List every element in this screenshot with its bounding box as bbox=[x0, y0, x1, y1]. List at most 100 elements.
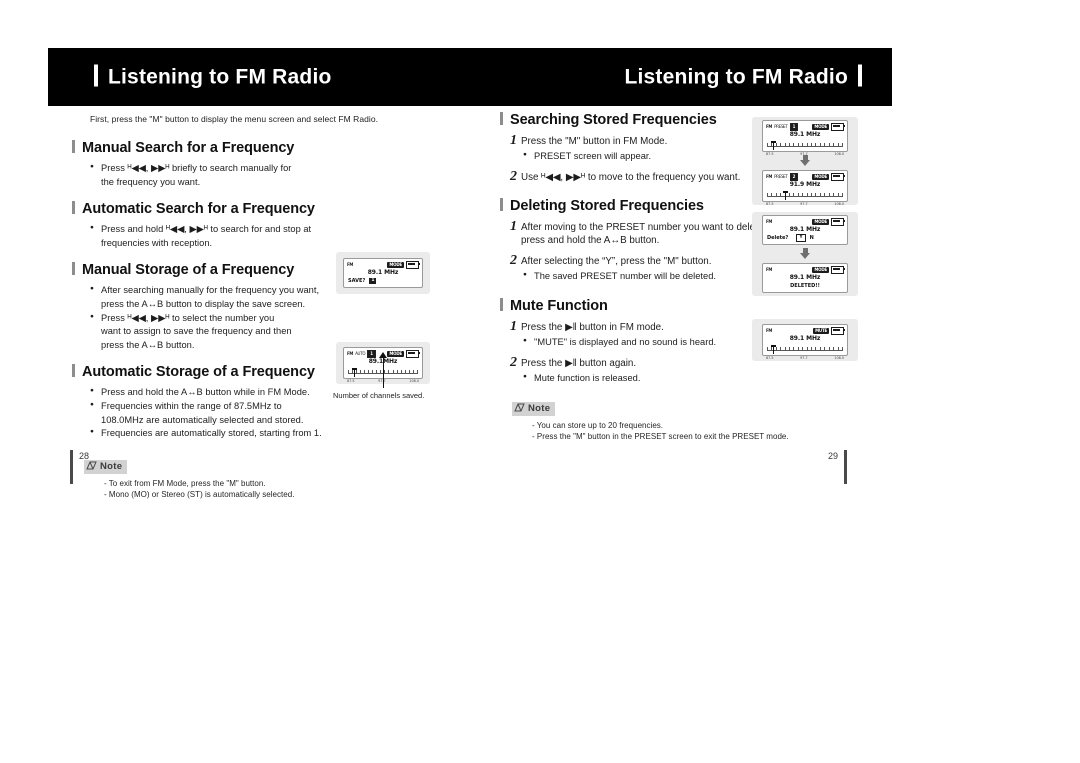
section-heading: Manual Search for a Frequency bbox=[72, 140, 472, 156]
list-item: Press and hold ᴴ◀◀, ▶▶ᴴ to search for an… bbox=[90, 222, 472, 236]
scale-label-high: 108.0 bbox=[834, 152, 844, 156]
header-bar-right-icon bbox=[858, 64, 862, 87]
fm-indicator: FM bbox=[347, 351, 354, 356]
note-list: - To exit from FM Mode, press the "M" bu… bbox=[104, 478, 472, 500]
step-text: Press the ▶‖ button again. bbox=[521, 357, 637, 369]
section-heading: Automatic Search for a Frequency bbox=[72, 201, 472, 217]
preset-label: PRESET bbox=[774, 174, 788, 179]
step-number: 1 bbox=[510, 218, 517, 234]
step-number: 1 bbox=[510, 133, 517, 148]
left-page-column: First, press the "M" button to display t… bbox=[72, 108, 472, 500]
section-heading-text: Deleting Stored Frequencies bbox=[510, 197, 704, 214]
step-text: Use ᴴ◀◀, ▶▶ᴴ to move to the frequency yo… bbox=[521, 171, 741, 183]
heading-tick-icon bbox=[500, 197, 503, 211]
fm-indicator: FM bbox=[347, 262, 354, 267]
mode-badge: MODE bbox=[387, 350, 404, 357]
lcd-mute-screen: FM MUTE 89.1 MHz 87.5 97.7 108.0 bbox=[762, 324, 848, 360]
scale-label-mid: 97.7 bbox=[800, 152, 808, 156]
tuning-scale bbox=[767, 191, 843, 202]
note-pencil-icon bbox=[514, 403, 525, 415]
heading-tick-icon bbox=[72, 364, 75, 378]
list-item: frequencies with reception. bbox=[101, 237, 213, 248]
scale-ticks bbox=[767, 193, 843, 198]
section-heading-text: Automatic Storage of a Frequency bbox=[82, 364, 315, 381]
delete-no-option[interactable]: N bbox=[810, 234, 814, 242]
step-text: Press the "M" button in FM Mode. bbox=[521, 136, 668, 147]
lcd-deleted-message: DELETED!! bbox=[790, 283, 820, 289]
heading-tick-icon bbox=[72, 262, 75, 276]
scale-label-mid: 97.7 bbox=[800, 356, 808, 360]
fm-indicator: FM bbox=[766, 328, 773, 333]
step-number: 2 bbox=[510, 168, 517, 184]
step-number: 1 bbox=[510, 319, 517, 335]
lcd-status-bar: FM PRESET 1 MODE bbox=[763, 121, 847, 131]
save-prompt-label: SAVE? bbox=[348, 278, 366, 284]
scale-label-low: 87.5 bbox=[766, 152, 774, 156]
callout-text: Number of channels saved. bbox=[333, 391, 425, 400]
lcd-status-bar: FM MODE bbox=[763, 216, 847, 226]
lcd-frequency: 89.1 MHz bbox=[789, 226, 821, 233]
flow-arrow-down-icon bbox=[800, 248, 810, 260]
scale-labels: 87.5 97.7 108.0 bbox=[763, 356, 847, 361]
lcd-group-mute: FM MUTE 89.1 MHz 87.5 97.7 108.0 bbox=[752, 319, 858, 361]
list-item: 108.0MHz are automatically selected and … bbox=[101, 414, 304, 425]
auto-label: AUTO bbox=[355, 351, 366, 356]
lcd-status-bar: FM PRESET 2 MODE bbox=[763, 171, 847, 181]
lcd-frequency: 89.1 MHz bbox=[789, 274, 821, 281]
lcd-status-bar: FM MODE bbox=[344, 259, 422, 269]
page-rule-left bbox=[70, 450, 73, 484]
lcd-group-preset: FM PRESET 1 MODE 89.1 MHz 87.5 97.7 108.… bbox=[752, 117, 858, 206]
bullet-list: Press and hold ᴴ◀◀, ▶▶ᴴ to search for an… bbox=[90, 222, 472, 249]
scale-cursor-icon bbox=[771, 345, 777, 354]
step-number: 2 bbox=[510, 252, 517, 268]
mode-badge: MODE bbox=[387, 261, 404, 268]
list-item: press the A↔B button to display the save… bbox=[101, 298, 306, 309]
scale-cursor-icon bbox=[771, 141, 777, 150]
header-title-left-text: Listening to FM Radio bbox=[108, 65, 332, 89]
note-box-left: Note - To exit from FM Mode, press the "… bbox=[84, 456, 472, 500]
preset-number-badge: 1 bbox=[789, 122, 799, 131]
lcd-status-bar: FM MUTE bbox=[763, 325, 847, 335]
delete-yes-option[interactable]: Y bbox=[796, 234, 806, 242]
section-heading-text: Searching Stored Frequencies bbox=[510, 112, 717, 128]
lcd-preset-1-screen: FM PRESET 1 MODE 89.1 MHz 87.5 97.7 108.… bbox=[762, 120, 848, 156]
tuning-scale bbox=[767, 345, 843, 356]
list-item: Press ᴴ◀◀, ▶▶ᴴ briefly to search manuall… bbox=[90, 161, 472, 175]
header-title-right: Listening to FM Radio bbox=[624, 64, 862, 90]
page-number-right: 29 bbox=[828, 450, 848, 484]
scale-label-low: 87.5 bbox=[766, 202, 774, 206]
mode-badge: MODE bbox=[812, 218, 829, 225]
lcd-frequency: 89.1 MHz bbox=[789, 335, 821, 342]
scale-label-high: 108.0 bbox=[409, 379, 419, 383]
arrow-head bbox=[800, 253, 810, 259]
battery-icon bbox=[831, 217, 845, 226]
scale-labels: 87.5 97.7 108.0 bbox=[763, 202, 847, 207]
lcd-group-save: FM MODE 89.1 MHz SAVE? 1 bbox=[336, 252, 430, 294]
note-title-text: Note bbox=[100, 460, 123, 472]
lcd-preset-2-screen: FM PRESET 2 MODE 91.9 MHz 87.5 97.7 108.… bbox=[762, 170, 848, 206]
scale-ticks bbox=[767, 143, 843, 148]
scale-label-mid: 97.7 bbox=[800, 202, 808, 206]
lcd-frequency: 89.1 MHz bbox=[789, 131, 821, 138]
battery-icon bbox=[831, 122, 845, 131]
note-item: - Press the "M" button in the PRESET scr… bbox=[532, 432, 789, 442]
bullet-list: Mute function is released. bbox=[523, 371, 900, 385]
heading-tick-icon bbox=[72, 201, 75, 215]
preset-label: PRESET bbox=[774, 124, 788, 129]
lcd-save-prompt: SAVE? 1 bbox=[344, 277, 422, 285]
header-bar-left-icon bbox=[94, 64, 98, 87]
header-title-left: Listening to FM Radio bbox=[94, 64, 332, 90]
fm-indicator: FM bbox=[766, 219, 773, 224]
fm-indicator: FM bbox=[766, 124, 773, 129]
header-title-right-text: Listening to FM Radio bbox=[624, 65, 848, 89]
list-item: the frequency you want. bbox=[101, 176, 201, 187]
section-heading-text: Manual Storage of a Frequency bbox=[82, 262, 295, 279]
mode-badge: MODE bbox=[812, 266, 829, 273]
battery-icon bbox=[406, 260, 420, 269]
channel-count-badge: 1 bbox=[367, 349, 376, 358]
mute-badge: MUTE bbox=[813, 327, 829, 334]
heading-tick-icon bbox=[500, 112, 503, 125]
note-item: - Mono (MO) or Stereo (ST) is automatica… bbox=[104, 489, 295, 499]
lcd-save-screen: FM MODE 89.1 MHz SAVE? 1 bbox=[343, 258, 423, 288]
scale-cursor-icon bbox=[783, 191, 789, 200]
